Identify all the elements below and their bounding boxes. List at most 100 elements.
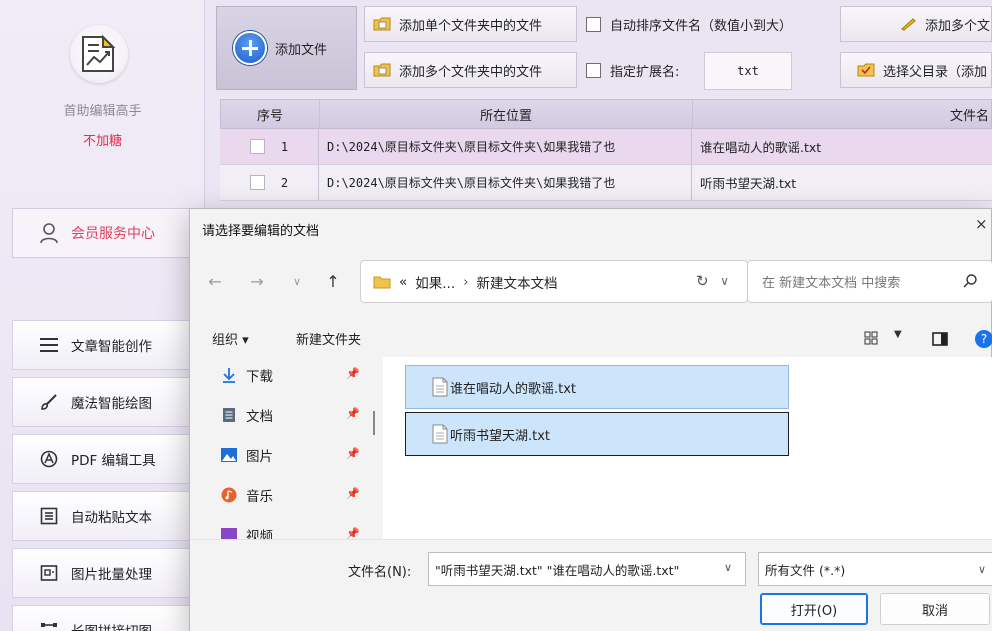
add-multiple-files-button[interactable]: 添加多个文 (840, 6, 992, 42)
sidebar-item-label: PDF 编辑工具 (71, 453, 156, 469)
search-icon (963, 274, 977, 288)
auto-sort-checkbox[interactable]: 自动排序文件名（数值小到大） (586, 6, 792, 42)
open-file-dialog: 请选择要编辑的文档 × ← → ∨ ↑ « 如果... › 新建文本文档 ∨ ↻… (189, 208, 992, 631)
table-row[interactable]: 1 D:\2024\原目标文件夹\原目标文件夹\如果我错了也 谁在唱动人的歌谣.… (220, 129, 992, 165)
sidebar-item-label: 魔法智能绘图 (71, 396, 152, 412)
pin-icon[interactable]: 📌 (346, 527, 360, 539)
nav-item-videos[interactable]: 视频 📌 (220, 521, 380, 539)
specify-ext-label: 指定扩展名: (610, 64, 680, 80)
add-file-button[interactable]: 添加文件 (216, 6, 357, 90)
add-circle-icon (233, 31, 267, 65)
address-parent[interactable]: 如果... (415, 272, 455, 292)
image-frame-icon (39, 563, 59, 583)
chevron-down-icon[interactable]: ∨ (724, 561, 732, 574)
dialog-toolbar: 组织 ▾ 新建文件夹 ▼ ? (190, 321, 992, 357)
sidebar-item-paste[interactable]: 自动粘贴文本 (12, 491, 194, 541)
checkbox-box[interactable] (586, 16, 601, 32)
scrollbar-thumb[interactable] (373, 411, 375, 435)
search-input[interactable]: 在 新建文本文档 中搜索 (747, 260, 992, 303)
chevron-right-icon: › (463, 273, 469, 290)
row-filename: 谁在唱动人的歌谣.txt (700, 140, 822, 155)
refresh-icon[interactable]: ↻ (696, 272, 709, 290)
menu-lines-icon (39, 335, 59, 355)
row-filename: 听雨书望天湖.txt (700, 176, 797, 191)
chevron-down-icon[interactable]: ∨ (978, 563, 986, 576)
sidebar-item-label: 图片批量处理 (71, 567, 152, 583)
nav-item-music[interactable]: 音乐 📌 (220, 481, 380, 509)
view-dropdown-icon[interactable]: ▼ (894, 329, 902, 340)
address-current[interactable]: 新建文本文档 (477, 272, 558, 292)
pin-icon[interactable]: 📌 (346, 447, 360, 460)
filename-input[interactable]: "听雨书望天湖.txt" "谁在唱动人的歌谣.txt" (428, 552, 746, 586)
checkbox-box[interactable] (586, 62, 601, 78)
pin-icon[interactable]: 📌 (346, 407, 360, 420)
sidebar-item-image[interactable]: 图片批量处理 (12, 548, 194, 598)
sidebar-item-stitch[interactable]: 长图拼接切图 (12, 605, 194, 631)
row-no: 1 (280, 139, 289, 154)
open-button[interactable]: 打开(O) (760, 593, 868, 625)
close-icon[interactable]: × (975, 215, 991, 235)
forward-arrow-icon[interactable]: → (248, 271, 266, 291)
app-logo-icon (70, 25, 128, 83)
folder-add-icon (373, 63, 391, 77)
file-name: 谁在唱动人的歌谣.txt (450, 381, 577, 397)
chevron-down-icon[interactable]: ∨ (288, 271, 306, 291)
nav-item-documents[interactable]: 文档 📌 (220, 401, 380, 429)
select-parent-dir-button[interactable]: 选择父目录（添加 (840, 52, 992, 88)
nav-item-label: 下载 (246, 369, 273, 385)
document-icon (220, 406, 238, 424)
row-checkbox[interactable] (249, 175, 265, 190)
header-location: 所在位置 (320, 100, 693, 128)
search-placeholder: 在 新建文本文档 中搜索 (762, 276, 901, 291)
add-multi-folder-label: 添加多个文件夹中的文件 (399, 64, 543, 80)
sidebar-item-pdf[interactable]: PDF 编辑工具 (12, 434, 194, 484)
preview-pane-icon[interactable] (932, 332, 948, 346)
add-multi-folder-button[interactable]: 添加多个文件夹中的文件 (364, 52, 577, 88)
organize-menu[interactable]: 组织 ▾ (212, 329, 249, 348)
header-no: 序号 (221, 100, 320, 128)
file-item[interactable]: 谁在唱动人的歌谣.txt (405, 365, 789, 409)
row-no-cell: 2 (220, 165, 319, 200)
sidebar-item-drawing[interactable]: 魔法智能绘图 (12, 377, 194, 427)
nav-item-pictures[interactable]: 图片 📌 (220, 441, 380, 469)
text-file-icon (432, 377, 448, 397)
app-status: 不加糖 (82, 134, 122, 149)
add-multiple-files-label: 添加多个文 (925, 18, 991, 34)
user-icon (40, 223, 58, 244)
nav-item-downloads[interactable]: 下载 📌 (220, 361, 380, 389)
specify-ext-checkbox[interactable]: 指定扩展名: (586, 52, 679, 88)
up-arrow-icon[interactable]: ↑ (324, 271, 342, 291)
pencil-icon (901, 18, 916, 31)
address-bar[interactable]: « 如果... › 新建文本文档 ∨ (360, 260, 748, 303)
sidebar-item-label: 自动粘贴文本 (71, 510, 152, 526)
view-grid-icon[interactable] (864, 331, 878, 345)
stitch-icon (39, 620, 59, 631)
auto-sort-label: 自动排序文件名（数值小到大） (610, 18, 793, 34)
pin-icon[interactable]: 📌 (346, 487, 360, 500)
chevron-down-icon[interactable]: ∨ (720, 274, 729, 288)
nav-item-label: 文档 (246, 409, 273, 425)
file-type-select[interactable]: 所有文件 (*.*) ∨ (758, 552, 992, 586)
row-checkbox[interactable] (249, 139, 265, 154)
pictures-icon (220, 446, 238, 464)
sidebar-item-label: 文章智能创作 (71, 339, 152, 355)
new-folder-button[interactable]: 新建文件夹 (296, 329, 361, 348)
table-row[interactable]: 2 D:\2024\原目标文件夹\原目标文件夹\如果我错了也 听雨书望天湖.tx… (220, 165, 992, 201)
sidebar-item-article[interactable]: 文章智能创作 (12, 320, 194, 370)
table-header: 序号 所在位置 文件名 (220, 99, 992, 129)
member-center-button[interactable]: 会员服务中心 (12, 208, 194, 258)
row-location: D:\2024\原目标文件夹\原目标文件夹\如果我错了也 (319, 165, 692, 200)
text-box-icon (39, 506, 59, 526)
help-icon[interactable]: ? (975, 330, 992, 348)
back-arrow-icon[interactable]: ← (206, 271, 224, 291)
cancel-button[interactable]: 取消 (880, 593, 990, 625)
add-file-label: 添加文件 (275, 42, 328, 58)
file-item[interactable]: 听雨书望天湖.txt (405, 412, 789, 456)
dialog-footer: 文件名(N): "听雨书望天湖.txt" "谁在唱动人的歌谣.txt" ∨ 所有… (190, 539, 992, 631)
pin-icon[interactable]: 📌 (346, 367, 360, 380)
dialog-title: 请选择要编辑的文档 (202, 224, 320, 239)
add-single-folder-button[interactable]: 添加单个文件夹中的文件 (364, 6, 577, 42)
select-parent-dir-label: 选择父目录（添加 (883, 64, 988, 80)
extension-input[interactable]: txt (704, 52, 792, 90)
app-name: 首助编辑高手 (63, 104, 142, 119)
